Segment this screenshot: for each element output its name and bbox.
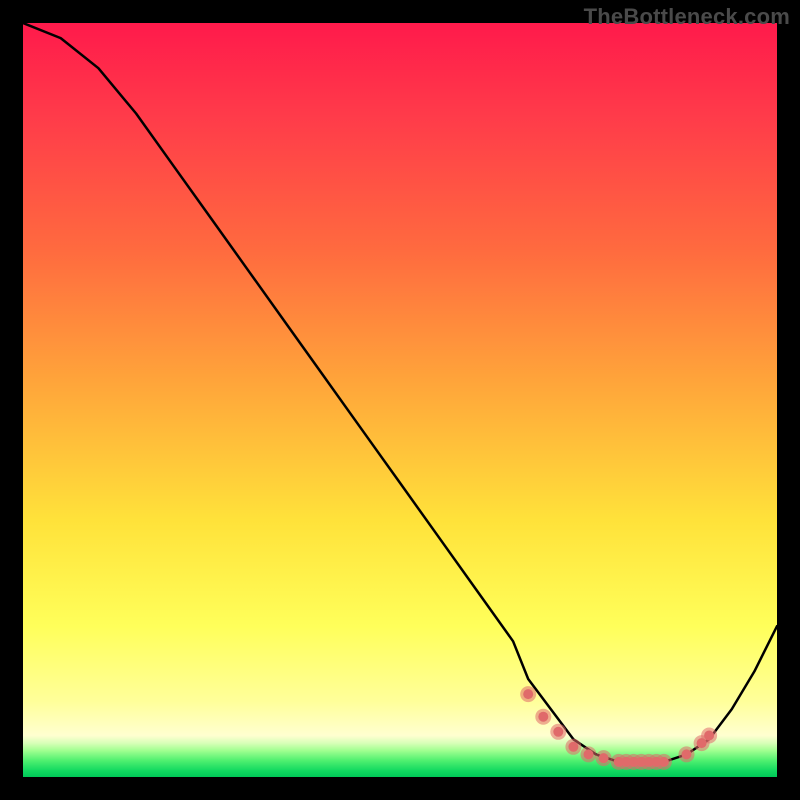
chart-svg — [23, 23, 777, 777]
watermark-text: TheBottleneck.com — [584, 4, 790, 30]
chart-plot-area — [23, 23, 777, 777]
chart-background — [23, 23, 777, 777]
